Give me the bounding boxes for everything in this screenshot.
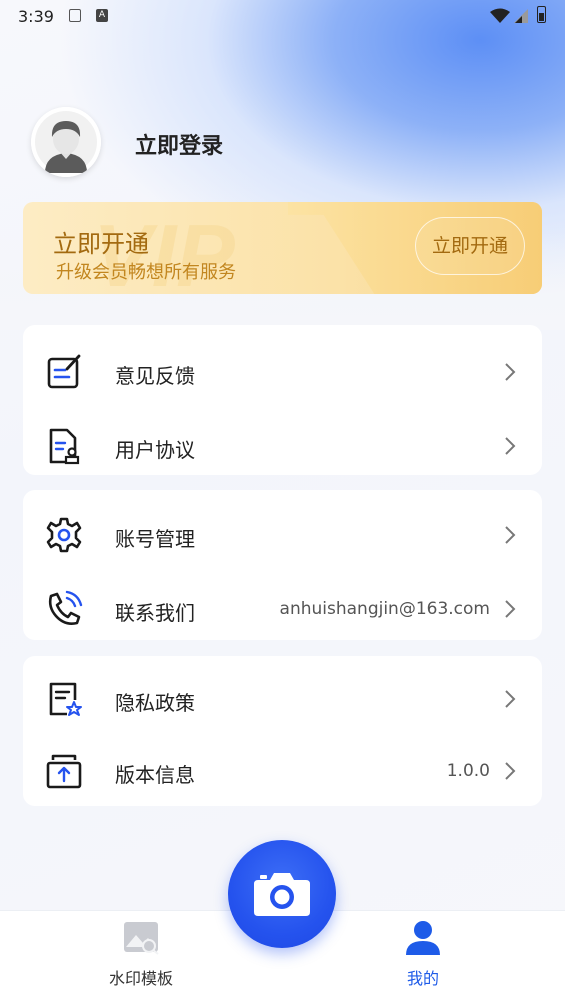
version-upload-icon bbox=[46, 754, 82, 789]
chevron-right-icon bbox=[505, 363, 516, 381]
nav-tab-label: 水印模板 bbox=[108, 969, 173, 988]
menu-item-label: 联系我们 bbox=[115, 601, 195, 625]
privacy-doc-star-icon bbox=[49, 682, 82, 716]
battery-icon bbox=[537, 6, 546, 23]
menu-item-label: 隐私政策 bbox=[115, 691, 195, 715]
menu-card-3: 隐私政策 版本信息 1.0.0 bbox=[23, 656, 542, 806]
user-icon bbox=[406, 921, 440, 955]
sd-card-icon bbox=[69, 9, 81, 22]
a-notification-icon: A bbox=[96, 9, 108, 22]
watermark-template-icon bbox=[124, 922, 159, 955]
status-time: 3:39 bbox=[18, 7, 54, 26]
menu-item-user-agreement[interactable]: 用户协议 bbox=[23, 411, 542, 481]
gear-icon bbox=[46, 517, 82, 553]
menu-item-label: 账号管理 bbox=[115, 527, 195, 551]
menu-item-label: 意见反馈 bbox=[115, 364, 195, 388]
nav-tab-label: 我的 bbox=[406, 969, 439, 988]
vip-subtitle: 升级会员畅想所有服务 bbox=[56, 262, 236, 283]
menu-item-contact-us[interactable]: 联系我们 anhuishangjin@163.com bbox=[23, 574, 542, 644]
nav-tab-mine[interactable]: 我的 bbox=[363, 911, 483, 1005]
chevron-right-icon bbox=[505, 600, 516, 618]
version-number: 1.0.0 bbox=[446, 761, 490, 781]
avatar[interactable] bbox=[31, 107, 101, 177]
default-avatar-icon bbox=[31, 107, 101, 177]
user-agreement-icon bbox=[49, 428, 80, 465]
menu-item-label: 用户协议 bbox=[115, 438, 195, 462]
feedback-edit-icon bbox=[47, 354, 81, 389]
menu-item-version-info[interactable]: 版本信息 1.0.0 bbox=[23, 736, 542, 806]
menu-item-feedback[interactable]: 意见反馈 bbox=[23, 337, 542, 407]
chevron-right-icon bbox=[505, 437, 516, 455]
menu-item-label: 版本信息 bbox=[115, 763, 195, 787]
menu-card-1: 意见反馈 用户协议 bbox=[23, 325, 542, 475]
chevron-right-icon bbox=[505, 526, 516, 544]
login-link[interactable]: 立即登录 bbox=[135, 128, 223, 160]
wifi-icon bbox=[490, 8, 510, 23]
vip-activate-button[interactable]: 立即开通 bbox=[415, 217, 525, 275]
signal-icon bbox=[514, 9, 528, 23]
menu-item-account-management[interactable]: 账号管理 bbox=[23, 500, 542, 570]
status-bar: 3:39 A bbox=[0, 0, 565, 32]
chevron-right-icon bbox=[505, 762, 516, 780]
nav-tab-watermark-template[interactable]: 水印模板 bbox=[81, 911, 201, 1005]
vip-title: 立即开通 bbox=[53, 230, 149, 258]
camera-button[interactable] bbox=[228, 840, 336, 948]
phone-icon bbox=[48, 590, 83, 625]
vip-banner[interactable]: VIP 立即开通 升级会员畅想所有服务 立即开通 bbox=[23, 202, 542, 294]
contact-email: anhuishangjin@163.com bbox=[279, 599, 490, 619]
camera-icon bbox=[254, 873, 310, 916]
chevron-right-icon bbox=[505, 690, 516, 708]
menu-card-2: 账号管理 联系我们 anhuishangjin@163.com bbox=[23, 490, 542, 640]
menu-item-privacy-policy[interactable]: 隐私政策 bbox=[23, 664, 542, 734]
